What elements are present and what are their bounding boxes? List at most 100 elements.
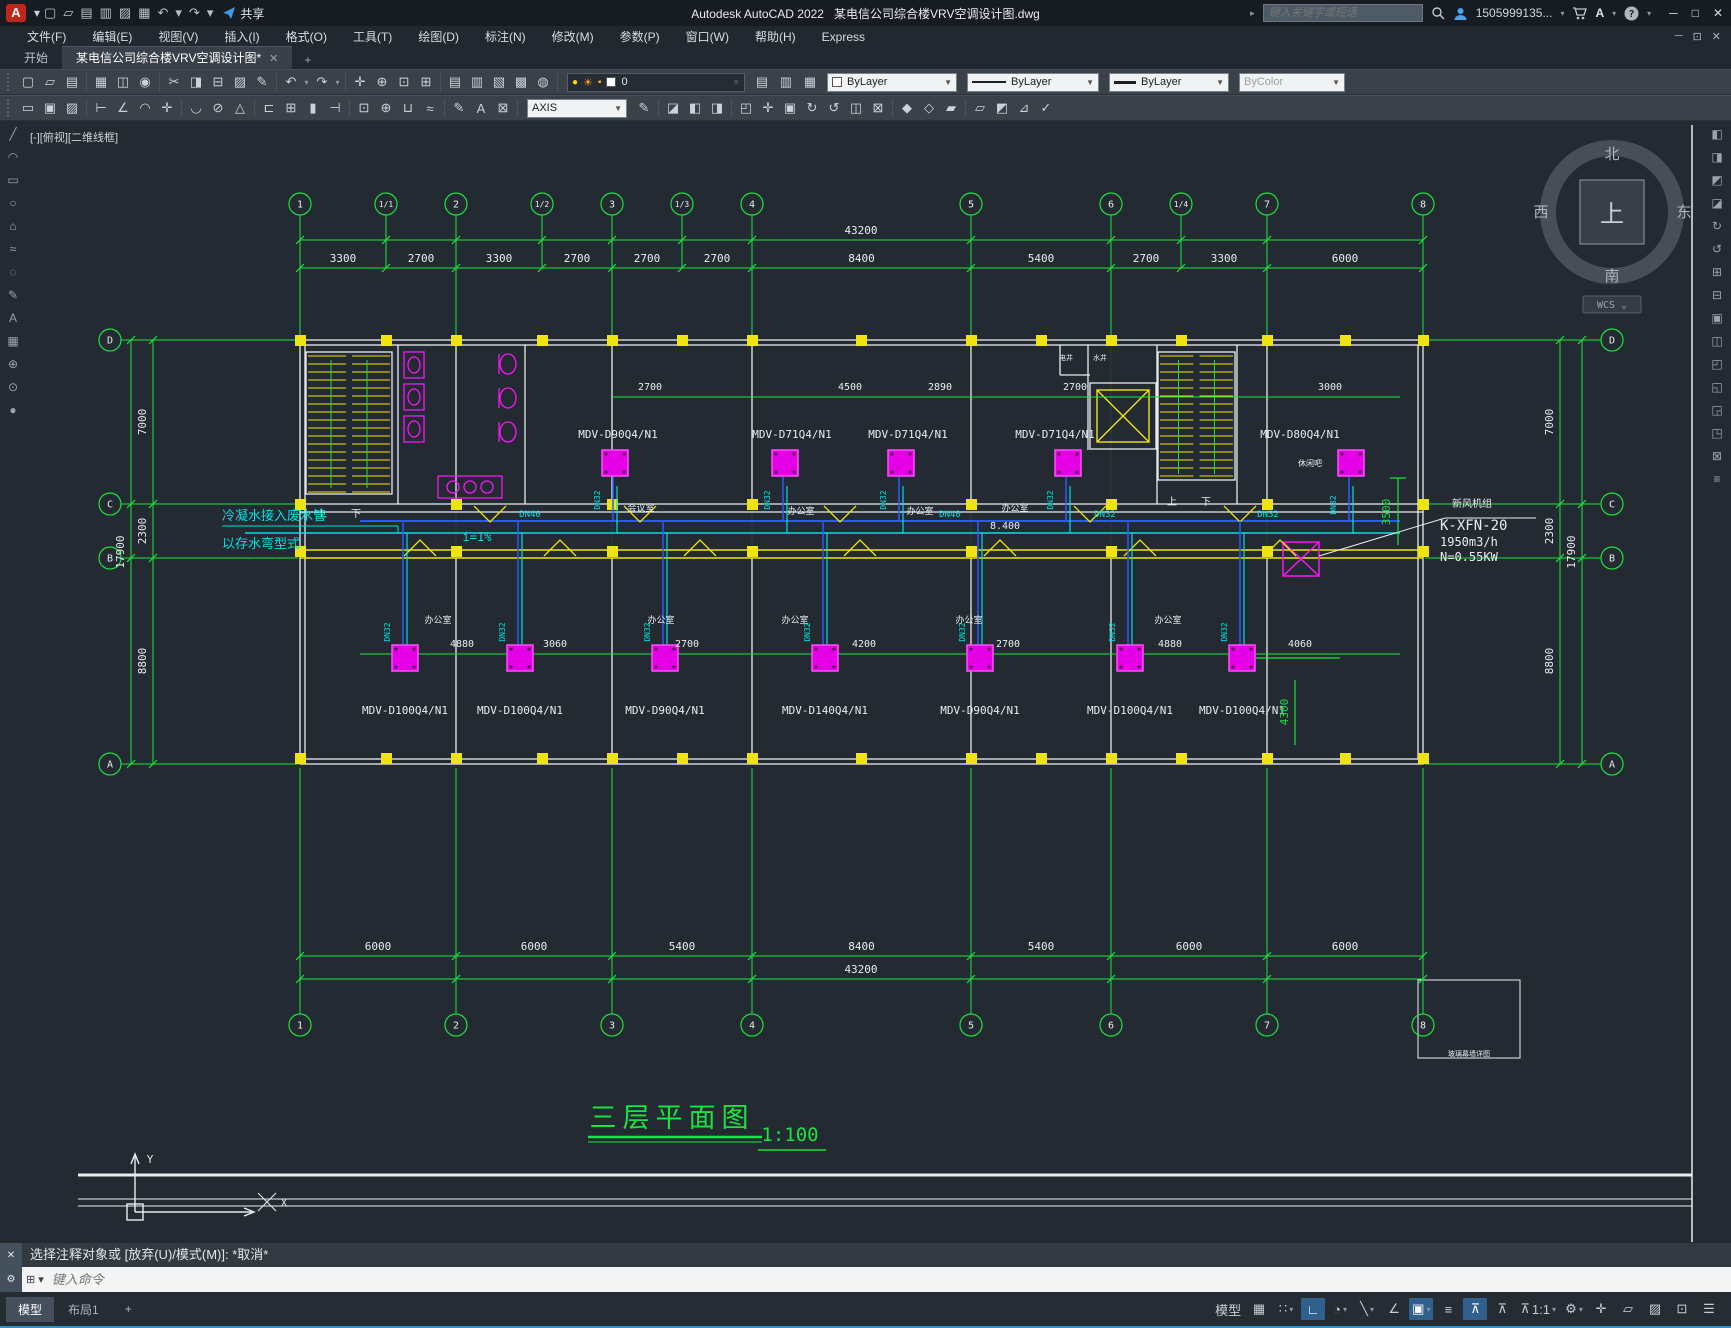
layer-caret-icon[interactable]: ▼ xyxy=(732,78,740,87)
tb2b-icon-11[interactable]: ◫ xyxy=(845,100,867,116)
drawing-canvas[interactable]: [-][俯视][二维线框] ╱ ◠ ▭ ○ ⌂ ≈ ◌ ✎ A ▦ ⊕ ⊙ ● ◧ ◨ ◩ ◪ ↻ ↺ ⊞ ⊟ ▣ ◫ ◰ ◱… xyxy=(0,121,1731,1243)
tb2b-icon-16[interactable]: ▰ xyxy=(940,100,962,116)
viewcube[interactable] xyxy=(1540,140,1684,314)
menu-item-8[interactable]: 修改(M) xyxy=(539,28,607,45)
tb1-icon-25[interactable]: ▥ xyxy=(466,74,488,90)
tb2-icon-24[interactable]: A xyxy=(470,101,492,116)
right-tool-icon-10[interactable]: ◰ xyxy=(1705,357,1729,371)
workspace-switcher[interactable]: ⚙ ▾ xyxy=(1562,1298,1586,1320)
menu-item-5[interactable]: 工具(T) xyxy=(340,28,405,45)
qat-icon-3[interactable]: ▥ xyxy=(100,5,112,21)
tb2-icon-13[interactable]: ⊏ xyxy=(258,100,280,116)
tb2b-icon-7[interactable]: ✛ xyxy=(757,100,779,116)
search-icon[interactable] xyxy=(1431,6,1445,20)
tb2b-icon-4[interactable]: ◨ xyxy=(706,100,728,116)
tb2-icon-6[interactable]: ◠ xyxy=(134,100,156,116)
tb2b-icon-8[interactable]: ▣ xyxy=(779,100,801,116)
left-tool-icon-8[interactable]: A xyxy=(2,311,24,325)
command-prompt-icon[interactable]: ⊞ ▾ xyxy=(26,1273,44,1286)
tb1-icon-19[interactable]: ✛ xyxy=(349,74,371,90)
tb2b-icon-0[interactable]: ✎ xyxy=(633,100,655,116)
right-tool-icon-11[interactable]: ◱ xyxy=(1705,380,1729,394)
tb1-icon-14[interactable]: ↶ xyxy=(280,74,302,90)
tb1-icon-0[interactable]: ▢ xyxy=(17,74,39,90)
grid-toggle[interactable]: ▦ xyxy=(1247,1298,1271,1320)
toolbar-grip-2[interactable] xyxy=(7,99,12,117)
qat-icon-4[interactable]: ▨ xyxy=(119,5,131,21)
tb1-icon-4[interactable]: ▦ xyxy=(90,74,112,90)
tb1-icon-27[interactable]: ▩ xyxy=(510,74,532,90)
layer-combo[interactable]: ● ☀ ▪ 0 ▼ xyxy=(567,72,745,92)
left-tool-icon-6[interactable]: ◌ xyxy=(2,265,24,279)
tb2-icon-25[interactable]: ⊠ xyxy=(492,100,514,116)
tb2-icon-23[interactable]: ✎ xyxy=(448,100,470,116)
tb1-icon-8[interactable]: ✂ xyxy=(163,74,185,90)
lineweight-toggle[interactable]: ≡ xyxy=(1436,1298,1460,1320)
osnap-toggle[interactable]: ▣ ▾ xyxy=(1409,1298,1434,1320)
tb2-icon-1[interactable]: ▣ xyxy=(39,100,61,116)
right-tool-icon-3[interactable]: ◪ xyxy=(1705,196,1729,210)
viewport-controls[interactable]: [-][俯视][二维线框] xyxy=(30,129,118,145)
qat-icon-5[interactable]: ▦ xyxy=(138,5,150,21)
help-icon[interactable]: ? xyxy=(1624,6,1639,21)
menu-item-9[interactable]: 参数(P) xyxy=(607,28,673,45)
tb1-icon-28[interactable]: ◍ xyxy=(532,74,554,90)
left-tool-icon-10[interactable]: ⊕ xyxy=(2,357,24,371)
tb1-icon-6[interactable]: ◉ xyxy=(134,74,156,90)
otrack-toggle[interactable]: ∠ xyxy=(1382,1298,1406,1320)
snap-toggle[interactable]: ∷ ▾ xyxy=(1274,1298,1298,1320)
tb1-icon-24[interactable]: ▤ xyxy=(444,74,466,90)
tb1-icon-9[interactable]: ◨ xyxy=(185,74,207,90)
app-menu-caret-icon[interactable]: ▾ xyxy=(34,6,40,20)
model-button[interactable]: 模型 xyxy=(1212,1298,1244,1320)
menu-item-12[interactable]: Express xyxy=(809,30,878,44)
left-tool-icon-11[interactable]: ⊙ xyxy=(2,380,24,394)
tb1-icon-16[interactable]: ↷ xyxy=(311,74,333,90)
layer-prev-icon[interactable]: ▥ xyxy=(775,74,797,90)
left-tool-icon-7[interactable]: ✎ xyxy=(2,288,24,302)
cart-icon[interactable] xyxy=(1572,6,1588,20)
left-tool-icon-1[interactable]: ◠ xyxy=(2,150,24,164)
isodraft-toggle[interactable]: ╲ ▾ xyxy=(1355,1298,1379,1320)
layer-thaw-icon[interactable]: ☀ xyxy=(583,76,593,89)
qat-icon-1[interactable]: ▱ xyxy=(63,5,73,21)
layer-isolate-icon[interactable]: ▦ xyxy=(799,74,821,90)
tb1-icon-20[interactable]: ⊕ xyxy=(371,74,393,90)
tab-start[interactable]: 开始 xyxy=(10,47,62,69)
tb2-icon-15[interactable]: ▮ xyxy=(302,100,324,116)
tb2-icon-19[interactable]: ⊕ xyxy=(375,100,397,116)
minimize-button[interactable]: ─ xyxy=(1669,6,1678,20)
tb2b-icon-19[interactable]: ◩ xyxy=(991,100,1013,116)
tb1-icon-17[interactable]: ▾ xyxy=(333,78,342,87)
qat-icon-8[interactable]: ↷ xyxy=(189,5,200,21)
tb2-icon-16[interactable]: ⊣ xyxy=(324,100,346,116)
menu-item-2[interactable]: 视图(V) xyxy=(145,28,211,45)
dimstyle-combo[interactable]: AXIS ▼ xyxy=(527,98,627,118)
ortho-toggle[interactable]: ∟ xyxy=(1301,1298,1326,1320)
left-tool-icon-2[interactable]: ▭ xyxy=(2,173,24,187)
tb2-icon-14[interactable]: ⊞ xyxy=(280,100,302,116)
tb1-icon-10[interactable]: ⊟ xyxy=(207,74,229,90)
doc-minimize-button[interactable]: ─ xyxy=(1675,30,1683,43)
right-tool-icon-2[interactable]: ◩ xyxy=(1705,173,1729,187)
autoscale-toggle[interactable]: ⊼ xyxy=(1490,1298,1514,1320)
left-tool-icon-3[interactable]: ○ xyxy=(2,196,24,210)
user-caret-icon[interactable]: ▾ xyxy=(1560,9,1564,18)
left-tool-icon-9[interactable]: ▦ xyxy=(2,334,24,348)
color-combo[interactable]: ByLayer ▼ xyxy=(827,72,957,92)
tb2b-icon-15[interactable]: ◇ xyxy=(918,100,940,116)
linetype-combo[interactable]: ByLayer ▼ xyxy=(967,72,1099,92)
user-icon[interactable] xyxy=(1453,6,1468,21)
menu-item-1[interactable]: 编辑(E) xyxy=(79,28,145,45)
tb2b-icon-21[interactable]: ✓ xyxy=(1035,100,1057,116)
color-caret-icon[interactable]: ▼ xyxy=(944,78,952,87)
layer-on-icon[interactable]: ● xyxy=(572,77,578,88)
menu-item-0[interactable]: 文件(F) xyxy=(14,28,79,45)
tb2b-icon-2[interactable]: ◪ xyxy=(662,100,684,116)
tb2-icon-11[interactable]: △ xyxy=(229,100,251,116)
right-tool-icon-9[interactable]: ◫ xyxy=(1705,334,1729,348)
tb2-icon-9[interactable]: ◡ xyxy=(185,100,207,116)
layer-lock-icon[interactable]: ▪ xyxy=(598,77,602,88)
toolbar-grip[interactable] xyxy=(7,73,12,91)
right-tool-icon-1[interactable]: ◨ xyxy=(1705,150,1729,164)
